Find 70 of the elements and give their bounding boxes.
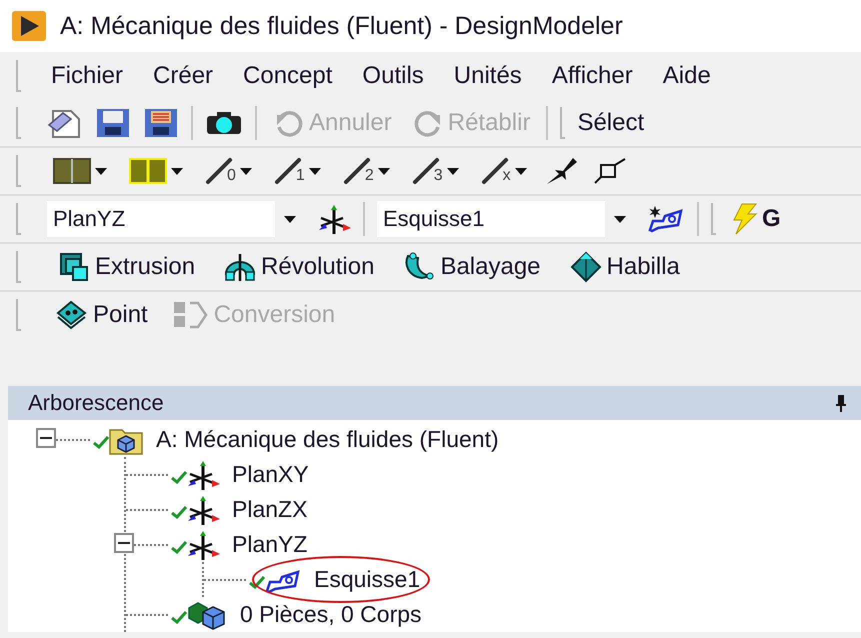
sketch-dropdown[interactable]: Esquisse1 — [377, 201, 635, 237]
caret-icon — [171, 168, 183, 174]
revolve-icon — [223, 252, 258, 282]
slash-icon — [412, 157, 440, 185]
line-tool-button[interactable]: 2 — [338, 155, 394, 187]
slash-icon — [342, 157, 371, 185]
split-view-icon — [129, 158, 167, 184]
split-view-icon — [53, 158, 91, 184]
line-tool-button[interactable]: 3 — [408, 155, 463, 187]
feature-button[interactable]: Habilla — [564, 249, 684, 285]
new-sketch-icon — [647, 204, 685, 234]
caret-icon — [284, 216, 296, 222]
menu-item[interactable]: Fichier — [51, 58, 124, 94]
check-icon — [170, 540, 188, 554]
pin-icon[interactable] — [835, 394, 847, 412]
lightning-icon — [732, 203, 758, 235]
feature-button[interactable]: Balayage — [398, 250, 545, 284]
tree-item-label[interactable]: PlanZX — [232, 496, 308, 522]
tree-item-label[interactable]: Esquisse1 — [314, 566, 420, 592]
menu-item[interactable]: Aide — [662, 58, 711, 94]
slash-icon — [480, 157, 509, 185]
square-line-icon[interactable] — [592, 157, 627, 185]
caret-icon — [378, 168, 390, 174]
caret-icon — [446, 168, 459, 174]
pyramid-icon — [568, 251, 603, 283]
menu-item[interactable]: Outils — [362, 58, 424, 94]
check-icon — [170, 470, 188, 484]
collapse-toggle[interactable] — [36, 428, 56, 448]
collapse-toggle[interactable] — [114, 533, 134, 553]
caret-icon — [95, 168, 107, 174]
caret-icon — [308, 168, 321, 174]
caret-icon — [614, 216, 626, 222]
axes-icon — [186, 460, 220, 490]
line-tool-button[interactable]: x — [476, 155, 531, 187]
menu-item[interactable]: Unités — [454, 58, 522, 94]
check-icon — [248, 575, 266, 589]
check-icon — [170, 505, 188, 519]
line-tool-button[interactable]: 0 — [201, 155, 256, 187]
generate-button[interactable]: G — [728, 201, 785, 237]
extrude-icon — [59, 252, 91, 282]
tree-item-label[interactable]: PlanXY — [232, 461, 309, 487]
plane-axes-icon — [317, 204, 351, 234]
axes-icon — [186, 494, 220, 524]
app-logo-icon — [12, 11, 46, 41]
document-icon[interactable] — [47, 107, 83, 139]
tree-item-label[interactable]: PlanYZ — [232, 531, 308, 557]
check-icon — [170, 610, 188, 624]
tree-item-label[interactable]: 0 Pièces, 0 Corps — [240, 601, 422, 627]
caret-icon — [240, 168, 252, 174]
tool-button[interactable]: Point — [51, 298, 152, 332]
menu-item[interactable]: Créer — [153, 58, 214, 94]
tree-item-label[interactable]: A: Mécanique des fluides (Fluent) — [156, 426, 499, 452]
cubes-icon — [186, 600, 228, 630]
save-icon[interactable] — [95, 107, 131, 139]
toolbar-label[interactable]: Sélect — [577, 109, 644, 137]
line-tool-button[interactable]: 1 — [270, 155, 325, 187]
slash-icon — [274, 157, 302, 185]
conversion-icon — [172, 300, 210, 330]
save-icon[interactable] — [143, 107, 179, 139]
caret-icon — [514, 168, 527, 174]
window-title: A: Mécanique des fluides (Fluent) - DesignModeler — [60, 12, 623, 40]
feature-button[interactable]: Extrusion — [55, 250, 200, 284]
panel-title: Arborescence — [28, 390, 164, 416]
menu-item[interactable]: Afficher — [552, 58, 633, 94]
point-icon — [55, 300, 89, 330]
menu-item[interactable]: Concept — [243, 58, 332, 94]
check-icon — [92, 435, 110, 449]
plane-dropdown[interactable]: PlanYZ — [47, 201, 305, 237]
axes-icon — [186, 530, 220, 560]
feature-button[interactable]: Révolution — [219, 250, 378, 284]
